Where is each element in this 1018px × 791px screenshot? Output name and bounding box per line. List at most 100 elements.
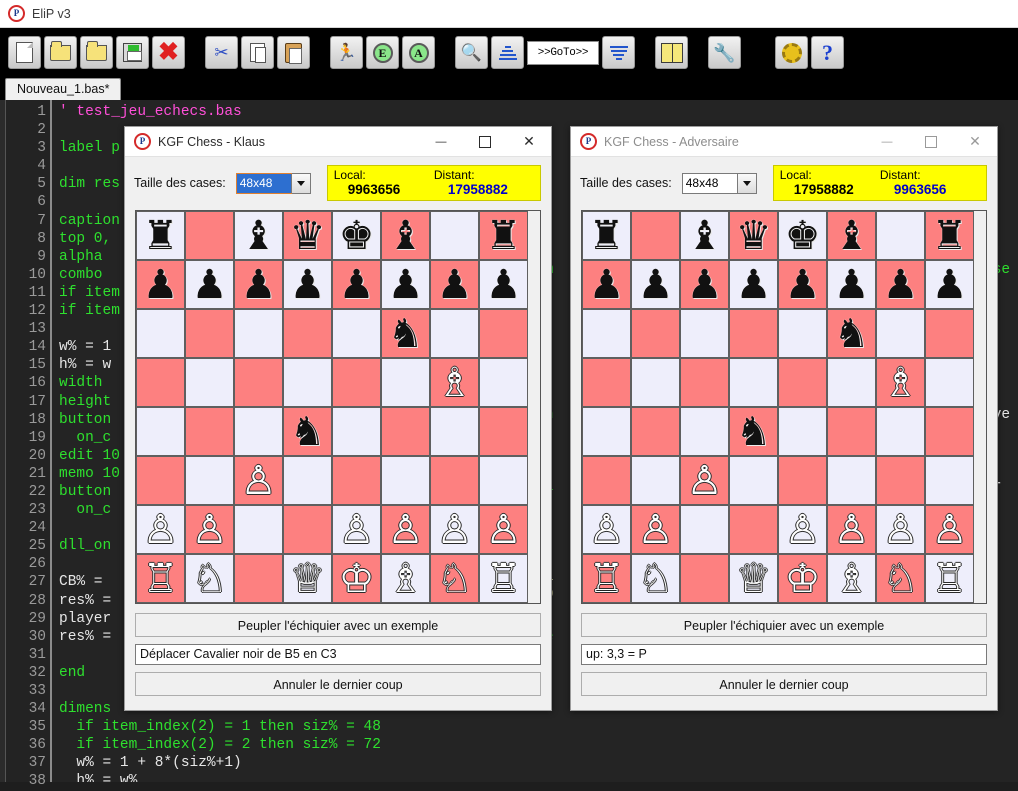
board-square[interactable]: ♙ <box>876 505 925 554</box>
chess-piece-q[interactable]: ♛ <box>290 216 326 256</box>
board-square[interactable] <box>729 505 778 554</box>
board-square[interactable]: ♟ <box>680 260 729 309</box>
populate-board-button[interactable]: Peupler l'échiquier avec un exemple <box>581 613 987 637</box>
board-square[interactable]: ♝ <box>680 211 729 260</box>
board-square[interactable] <box>479 309 528 358</box>
chess-piece-N[interactable]: ♘ <box>437 559 473 599</box>
chess-window-adversaire[interactable]: PKGF Chess - AdversaireTaille des cases:… <box>570 126 998 711</box>
board-square[interactable] <box>631 211 680 260</box>
board-square[interactable]: ♙ <box>381 505 430 554</box>
chess-piece-n[interactable]: ♞ <box>290 412 326 452</box>
open-file-button[interactable] <box>44 36 77 69</box>
chess-piece-p[interactable]: ♟ <box>589 265 625 305</box>
chess-piece-p[interactable]: ♟ <box>932 265 968 305</box>
run-button[interactable]: 🏃 <box>330 36 363 69</box>
board-square[interactable]: ♟ <box>925 260 974 309</box>
board-square[interactable]: ♟ <box>876 260 925 309</box>
chessboard[interactable]: ♜♝♛♚♝♜♟♟♟♟♟♟♟♟♞♗♞♙♙♙♙♙♙♙♖♘♕♔♗♘♖ <box>135 210 541 604</box>
board-square[interactable] <box>582 407 631 456</box>
board-square[interactable] <box>185 407 234 456</box>
board-square[interactable]: ♙ <box>136 505 185 554</box>
board-square[interactable]: ♖ <box>136 554 185 603</box>
board-square[interactable]: ♚ <box>778 211 827 260</box>
chevron-down-icon[interactable] <box>737 174 756 193</box>
board-square[interactable]: ♛ <box>283 211 332 260</box>
board-square[interactable] <box>185 456 234 505</box>
chess-piece-b[interactable]: ♝ <box>687 216 723 256</box>
populate-board-button[interactable]: Peupler l'échiquier avec un exemple <box>135 613 541 637</box>
chess-piece-p[interactable]: ♟ <box>687 265 723 305</box>
board-square[interactable] <box>430 211 479 260</box>
chess-piece-q[interactable]: ♛ <box>736 216 772 256</box>
go-up-button[interactable] <box>491 36 524 69</box>
board-square[interactable]: ♟ <box>185 260 234 309</box>
chess-piece-P[interactable]: ♙ <box>192 510 228 550</box>
board-square[interactable] <box>136 358 185 407</box>
chess-piece-P[interactable]: ♙ <box>437 510 473 550</box>
board-square[interactable]: ♕ <box>729 554 778 603</box>
board-square[interactable] <box>479 407 528 456</box>
chess-piece-p[interactable]: ♟ <box>192 265 228 305</box>
board-square[interactable] <box>332 407 381 456</box>
maximize-icon[interactable] <box>909 127 953 157</box>
compile-exe-button[interactable]: E <box>366 36 399 69</box>
board-square[interactable] <box>479 358 528 407</box>
board-square[interactable] <box>680 554 729 603</box>
board-square[interactable] <box>680 358 729 407</box>
board-square[interactable] <box>283 309 332 358</box>
board-square[interactable] <box>381 407 430 456</box>
board-square[interactable]: ♜ <box>925 211 974 260</box>
board-square[interactable] <box>680 505 729 554</box>
board-square[interactable]: ♗ <box>876 358 925 407</box>
board-square[interactable]: ♞ <box>827 309 876 358</box>
board-square[interactable]: ♖ <box>582 554 631 603</box>
board-square[interactable]: ♜ <box>136 211 185 260</box>
recent-files-button[interactable] <box>80 36 113 69</box>
board-square[interactable]: ♙ <box>479 505 528 554</box>
board-square[interactable] <box>283 358 332 407</box>
maximize-icon[interactable] <box>463 127 507 157</box>
cell-size-select[interactable]: 48x48 <box>682 173 757 194</box>
new-file-button[interactable] <box>8 36 41 69</box>
board-square[interactable]: ♟ <box>234 260 283 309</box>
chess-piece-r[interactable]: ♜ <box>486 216 522 256</box>
board-square[interactable] <box>729 358 778 407</box>
help-button[interactable]: ? <box>811 36 844 69</box>
chess-piece-K[interactable]: ♔ <box>339 559 375 599</box>
board-square[interactable]: ♘ <box>185 554 234 603</box>
board-square[interactable]: ♞ <box>283 407 332 456</box>
chess-piece-P[interactable]: ♙ <box>883 510 919 550</box>
goto-field[interactable]: >>GoTo>> <box>527 41 599 65</box>
chess-piece-P[interactable]: ♙ <box>143 510 179 550</box>
help-book-button[interactable] <box>655 36 688 69</box>
board-square[interactable]: ♙ <box>827 505 876 554</box>
tools-button[interactable]: 🔧 <box>708 36 741 69</box>
chess-piece-P[interactable]: ♙ <box>589 510 625 550</box>
board-square[interactable] <box>332 456 381 505</box>
board-square[interactable]: ♝ <box>234 211 283 260</box>
chess-piece-p[interactable]: ♟ <box>388 265 424 305</box>
board-square[interactable]: ♛ <box>729 211 778 260</box>
board-square[interactable]: ♔ <box>778 554 827 603</box>
board-square[interactable] <box>381 456 430 505</box>
board-square[interactable]: ♟ <box>582 260 631 309</box>
board-square[interactable]: ♗ <box>827 554 876 603</box>
chess-piece-r[interactable]: ♜ <box>143 216 179 256</box>
close-icon[interactable] <box>507 127 551 157</box>
chess-window-klaus[interactable]: PKGF Chess - KlausTaille des cases:48x48… <box>124 126 552 711</box>
chess-piece-p[interactable]: ♟ <box>883 265 919 305</box>
board-square[interactable] <box>876 211 925 260</box>
board-square[interactable] <box>234 358 283 407</box>
editor-tab[interactable]: Nouveau_1.bas* <box>5 78 121 100</box>
board-square[interactable] <box>729 456 778 505</box>
board-square[interactable]: ♜ <box>582 211 631 260</box>
window-titlebar[interactable]: PKGF Chess - Klaus <box>125 127 551 157</box>
board-square[interactable] <box>582 456 631 505</box>
board-square[interactable]: ♟ <box>283 260 332 309</box>
board-square[interactable]: ♙ <box>185 505 234 554</box>
board-square[interactable]: ♙ <box>582 505 631 554</box>
board-square[interactable]: ♕ <box>283 554 332 603</box>
chess-piece-p[interactable]: ♟ <box>486 265 522 305</box>
close-file-button[interactable]: ✖ <box>152 36 185 69</box>
chess-piece-R[interactable]: ♖ <box>486 559 522 599</box>
